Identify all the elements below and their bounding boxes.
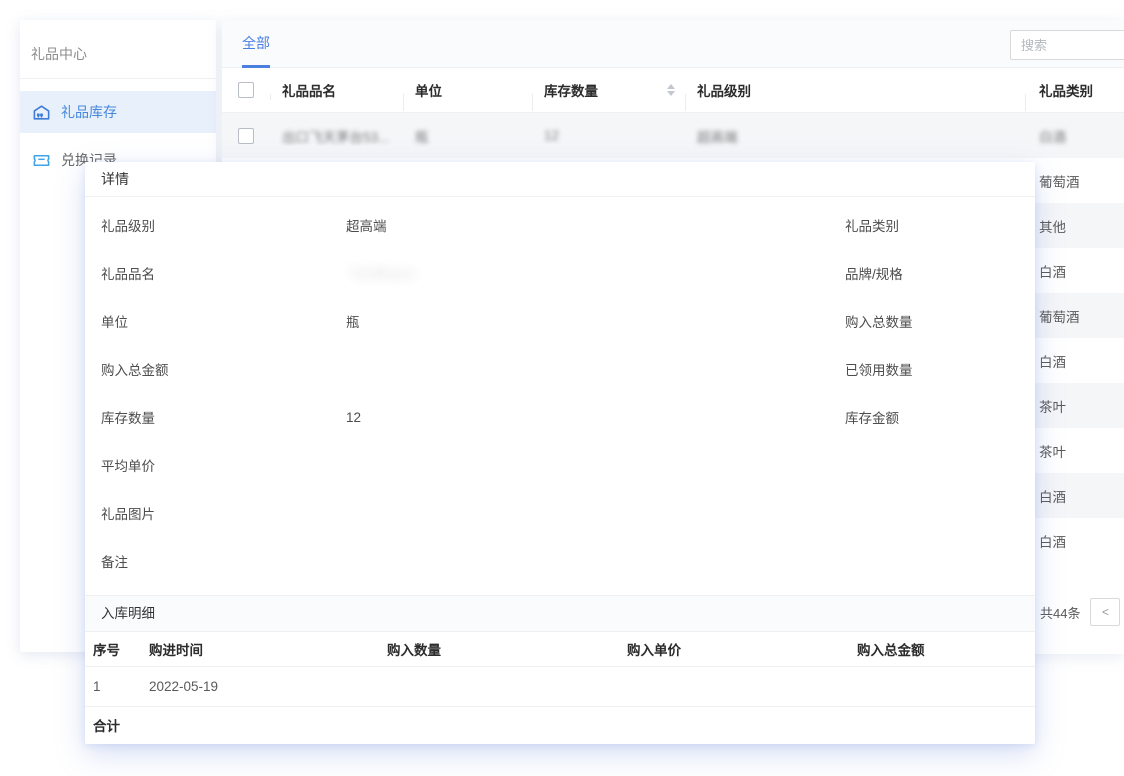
cell-unit: 瓶: [403, 126, 532, 146]
subtable-column-header: 购入单价: [627, 639, 857, 659]
tab-all[interactable]: 全部: [242, 20, 270, 68]
table-row[interactable]: 出口飞天茅台53... 瓶 12 超高端 白酒: [222, 113, 1124, 158]
subtable-header-row: 序号购进时间购入数量购入单价购入总金额: [85, 632, 1035, 667]
sort-desc-icon: [667, 91, 675, 96]
detail-field: 库存金额: [845, 407, 1090, 427]
detail-field: 备注: [101, 551, 346, 571]
warehouse-icon: [30, 101, 52, 123]
sidebar-item-label: 礼品库存: [61, 102, 117, 122]
detail-field: 平均单价: [101, 455, 346, 475]
detail-field: 礼品图片: [101, 503, 346, 523]
cell-category: 葡萄酒: [1025, 171, 1124, 191]
subtable-footer-row: 合计: [85, 707, 1035, 743]
subtable-body: 12022-05-19: [85, 667, 1035, 707]
field-value: 飞天茅台53: [346, 263, 415, 283]
detail-field: 购入总金额: [101, 359, 346, 379]
field-label: 品牌/规格: [845, 263, 1090, 283]
ticket-icon: [30, 149, 52, 171]
field-label: 已领用数量: [845, 359, 1090, 379]
detail-field: 礼品类别: [845, 215, 1090, 235]
column-header-stock[interactable]: 库存数量: [532, 80, 685, 100]
detail-field: 库存数量12: [101, 407, 361, 427]
cell-text: 白酒: [1039, 535, 1066, 550]
subtable-column-header: 序号: [85, 639, 149, 659]
column-header-level: 礼品级别: [685, 80, 1025, 100]
detail-modal: 详情 礼品级别超高端礼品品名飞天茅台53单位瓶购入总金额库存数量12平均单价礼品…: [85, 162, 1035, 744]
cell-text: 茶叶: [1039, 445, 1066, 460]
detail-field: 礼品级别超高端: [101, 215, 387, 235]
page: 礼品中心 礼品库存兑换记录 全部 礼品品名 单位 库存数量: [0, 0, 1124, 776]
row-checkbox[interactable]: [238, 128, 254, 144]
column-header-unit: 单位: [403, 80, 532, 100]
cell-category: 茶叶: [1025, 441, 1124, 461]
cell-name: 出口飞天茅台53...: [270, 126, 403, 146]
subtable-column-header: 购入数量: [387, 639, 627, 659]
detail-field: 礼品品名飞天茅台53: [101, 263, 415, 283]
field-value: 超高端: [346, 215, 387, 235]
tab-all-label: 全部: [242, 35, 270, 51]
sidebar-title: 礼品中心: [20, 20, 216, 79]
field-value: 12: [346, 410, 361, 425]
cell-text: 超高端: [697, 130, 738, 145]
column-header-name: 礼品品名: [270, 80, 403, 100]
column-header-stock-label: 库存数量: [544, 80, 598, 100]
field-label: 备注: [101, 551, 346, 571]
inbound-detail-section-title: 入库明细: [85, 595, 1035, 632]
field-label: 购入总数量: [845, 311, 1090, 331]
field-label: 礼品级别: [101, 215, 346, 235]
cell-text: 白酒: [1039, 130, 1066, 145]
row-checkbox-cell: [222, 128, 270, 144]
select-all-checkbox[interactable]: [238, 82, 254, 98]
cell-text: 瓶: [415, 130, 429, 145]
cell-text: 白酒: [1039, 490, 1066, 505]
detail-field: 品牌/规格: [845, 263, 1090, 283]
pagination-prev-button[interactable]: <: [1090, 598, 1120, 626]
field-label: 平均单价: [101, 455, 346, 475]
subtable-column-header: 购进时间: [149, 639, 387, 659]
subtable-total-label: 合计: [85, 715, 149, 735]
subtable-column-header: 购入总金额: [857, 639, 1035, 659]
inbound-detail-table: 序号购进时间购入数量购入单价购入总金额 12022-05-19 合计: [85, 632, 1035, 743]
field-label: 礼品品名: [101, 263, 346, 283]
tabbar: 全部: [222, 20, 1124, 68]
cell-category: 白酒: [1025, 531, 1124, 551]
subtable-cell: 1: [85, 679, 149, 694]
cell-category: 白酒: [1025, 126, 1124, 146]
field-label: 库存金额: [845, 407, 1090, 427]
cell-text: 葡萄酒: [1039, 175, 1080, 190]
field-label: 礼品类别: [845, 215, 1090, 235]
field-label: 购入总金额: [101, 359, 346, 379]
pagination: 共44条 <: [1040, 598, 1120, 626]
modal-title: 详情: [85, 162, 1035, 197]
field-label: 礼品图片: [101, 503, 346, 523]
column-header-category: 礼品类别: [1025, 80, 1124, 100]
cell-stock: 12: [532, 128, 685, 143]
cell-text: 12: [544, 128, 559, 143]
field-label: 单位: [101, 311, 346, 331]
subtable-row: 12022-05-19: [85, 667, 1035, 707]
cell-category: 白酒: [1025, 486, 1124, 506]
subtable-cell: 2022-05-19: [149, 679, 387, 694]
header-checkbox-cell: [222, 82, 270, 98]
cell-text: 出口飞天茅台53...: [282, 130, 389, 145]
detail-field: 单位瓶: [101, 311, 360, 331]
table-header-row: 礼品品名 单位 库存数量 礼品级别 礼品类别: [222, 68, 1124, 113]
cell-level: 超高端: [685, 126, 1025, 146]
detail-field: 购入总数量: [845, 311, 1090, 331]
search-input[interactable]: [1010, 30, 1124, 60]
sidebar-item-gift-inventory[interactable]: 礼品库存: [20, 91, 216, 133]
sort-icon[interactable]: [667, 84, 675, 96]
field-label: 库存数量: [101, 407, 346, 427]
detail-field: 已领用数量: [845, 359, 1090, 379]
field-value: 瓶: [346, 311, 360, 331]
sort-asc-icon: [667, 84, 675, 89]
pagination-total: 共44条: [1040, 603, 1080, 622]
